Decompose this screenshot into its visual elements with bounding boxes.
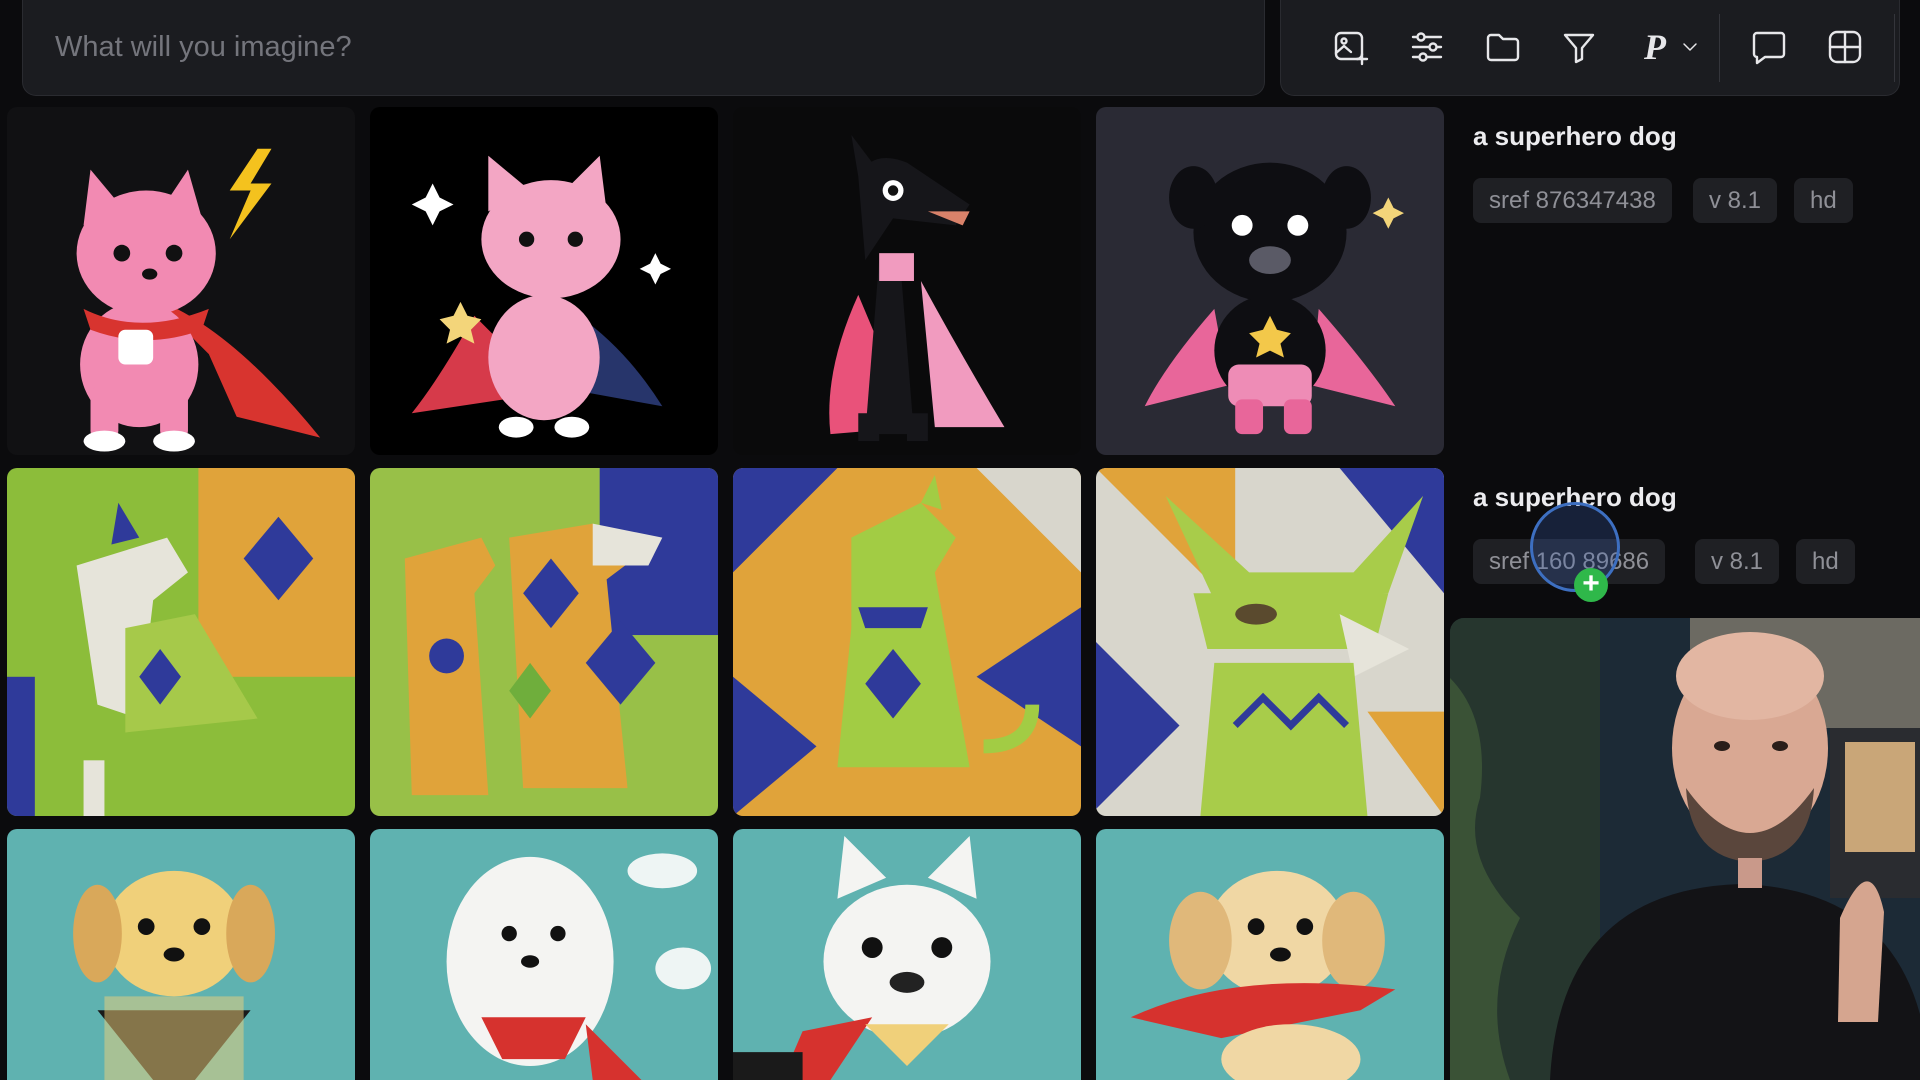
geometric-dog-image (7, 468, 355, 816)
toolbar-divider (1719, 14, 1720, 82)
sref-tag[interactable]: sref 876347438 (1473, 178, 1672, 223)
golden-puppy-red-cape-image (1096, 829, 1444, 1080)
add-cursor-icon: + (1574, 568, 1608, 602)
generated-image[interactable] (7, 468, 355, 816)
prompt-search-bar[interactable] (22, 0, 1265, 96)
grid-icon[interactable] (1821, 23, 1869, 71)
pink-dog-lightning-image (7, 107, 355, 455)
white-fluffy-dog-image (370, 829, 718, 1080)
french-bulldog-cape-image (733, 829, 1081, 1080)
personalize-p-icon[interactable]: P (1631, 23, 1679, 71)
personalize-label: P (1644, 27, 1666, 67)
prompt-input[interactable] (23, 0, 1264, 95)
generated-image[interactable] (1096, 468, 1444, 816)
image-add-icon[interactable] (1327, 23, 1375, 71)
hd-tag[interactable]: hd (1794, 178, 1853, 223)
chevron-down-icon[interactable] (1675, 23, 1705, 71)
generated-image[interactable] (7, 829, 355, 1080)
geometric-sitting-dog-image (733, 468, 1081, 816)
yellow-puppy-bandana-image (7, 829, 355, 1080)
generated-image[interactable] (370, 829, 718, 1080)
toolbar: P (1280, 0, 1900, 96)
doberman-pink-cape-image (733, 107, 1081, 455)
geometric-masked-dog-image (1096, 468, 1444, 816)
generated-image[interactable] (733, 107, 1081, 455)
chat-icon[interactable] (1745, 23, 1793, 71)
job-prompt[interactable]: a superhero dog (1473, 121, 1677, 152)
generated-image[interactable] (1096, 829, 1444, 1080)
version-tag[interactable]: v 8.1 (1695, 539, 1780, 584)
generated-image[interactable] (733, 829, 1081, 1080)
geometric-dogs-pair-image (370, 468, 718, 816)
filter-icon[interactable] (1555, 23, 1603, 71)
black-pug-pink-cape-image (1096, 107, 1444, 455)
presenter-video (1450, 618, 1920, 1080)
version-tag[interactable]: v 8.1 (1693, 178, 1778, 223)
webcam-overlay (1450, 618, 1920, 1080)
toolbar-divider (1894, 14, 1895, 82)
generated-image[interactable] (370, 468, 718, 816)
sliders-icon[interactable] (1403, 23, 1451, 71)
generated-image[interactable] (370, 107, 718, 455)
folder-icon[interactable] (1479, 23, 1527, 71)
pink-cat-dog-cape-image (370, 107, 718, 455)
generated-image[interactable] (1096, 107, 1444, 455)
generated-image[interactable] (7, 107, 355, 455)
generated-image[interactable] (733, 468, 1081, 816)
hd-tag[interactable]: hd (1796, 539, 1855, 584)
